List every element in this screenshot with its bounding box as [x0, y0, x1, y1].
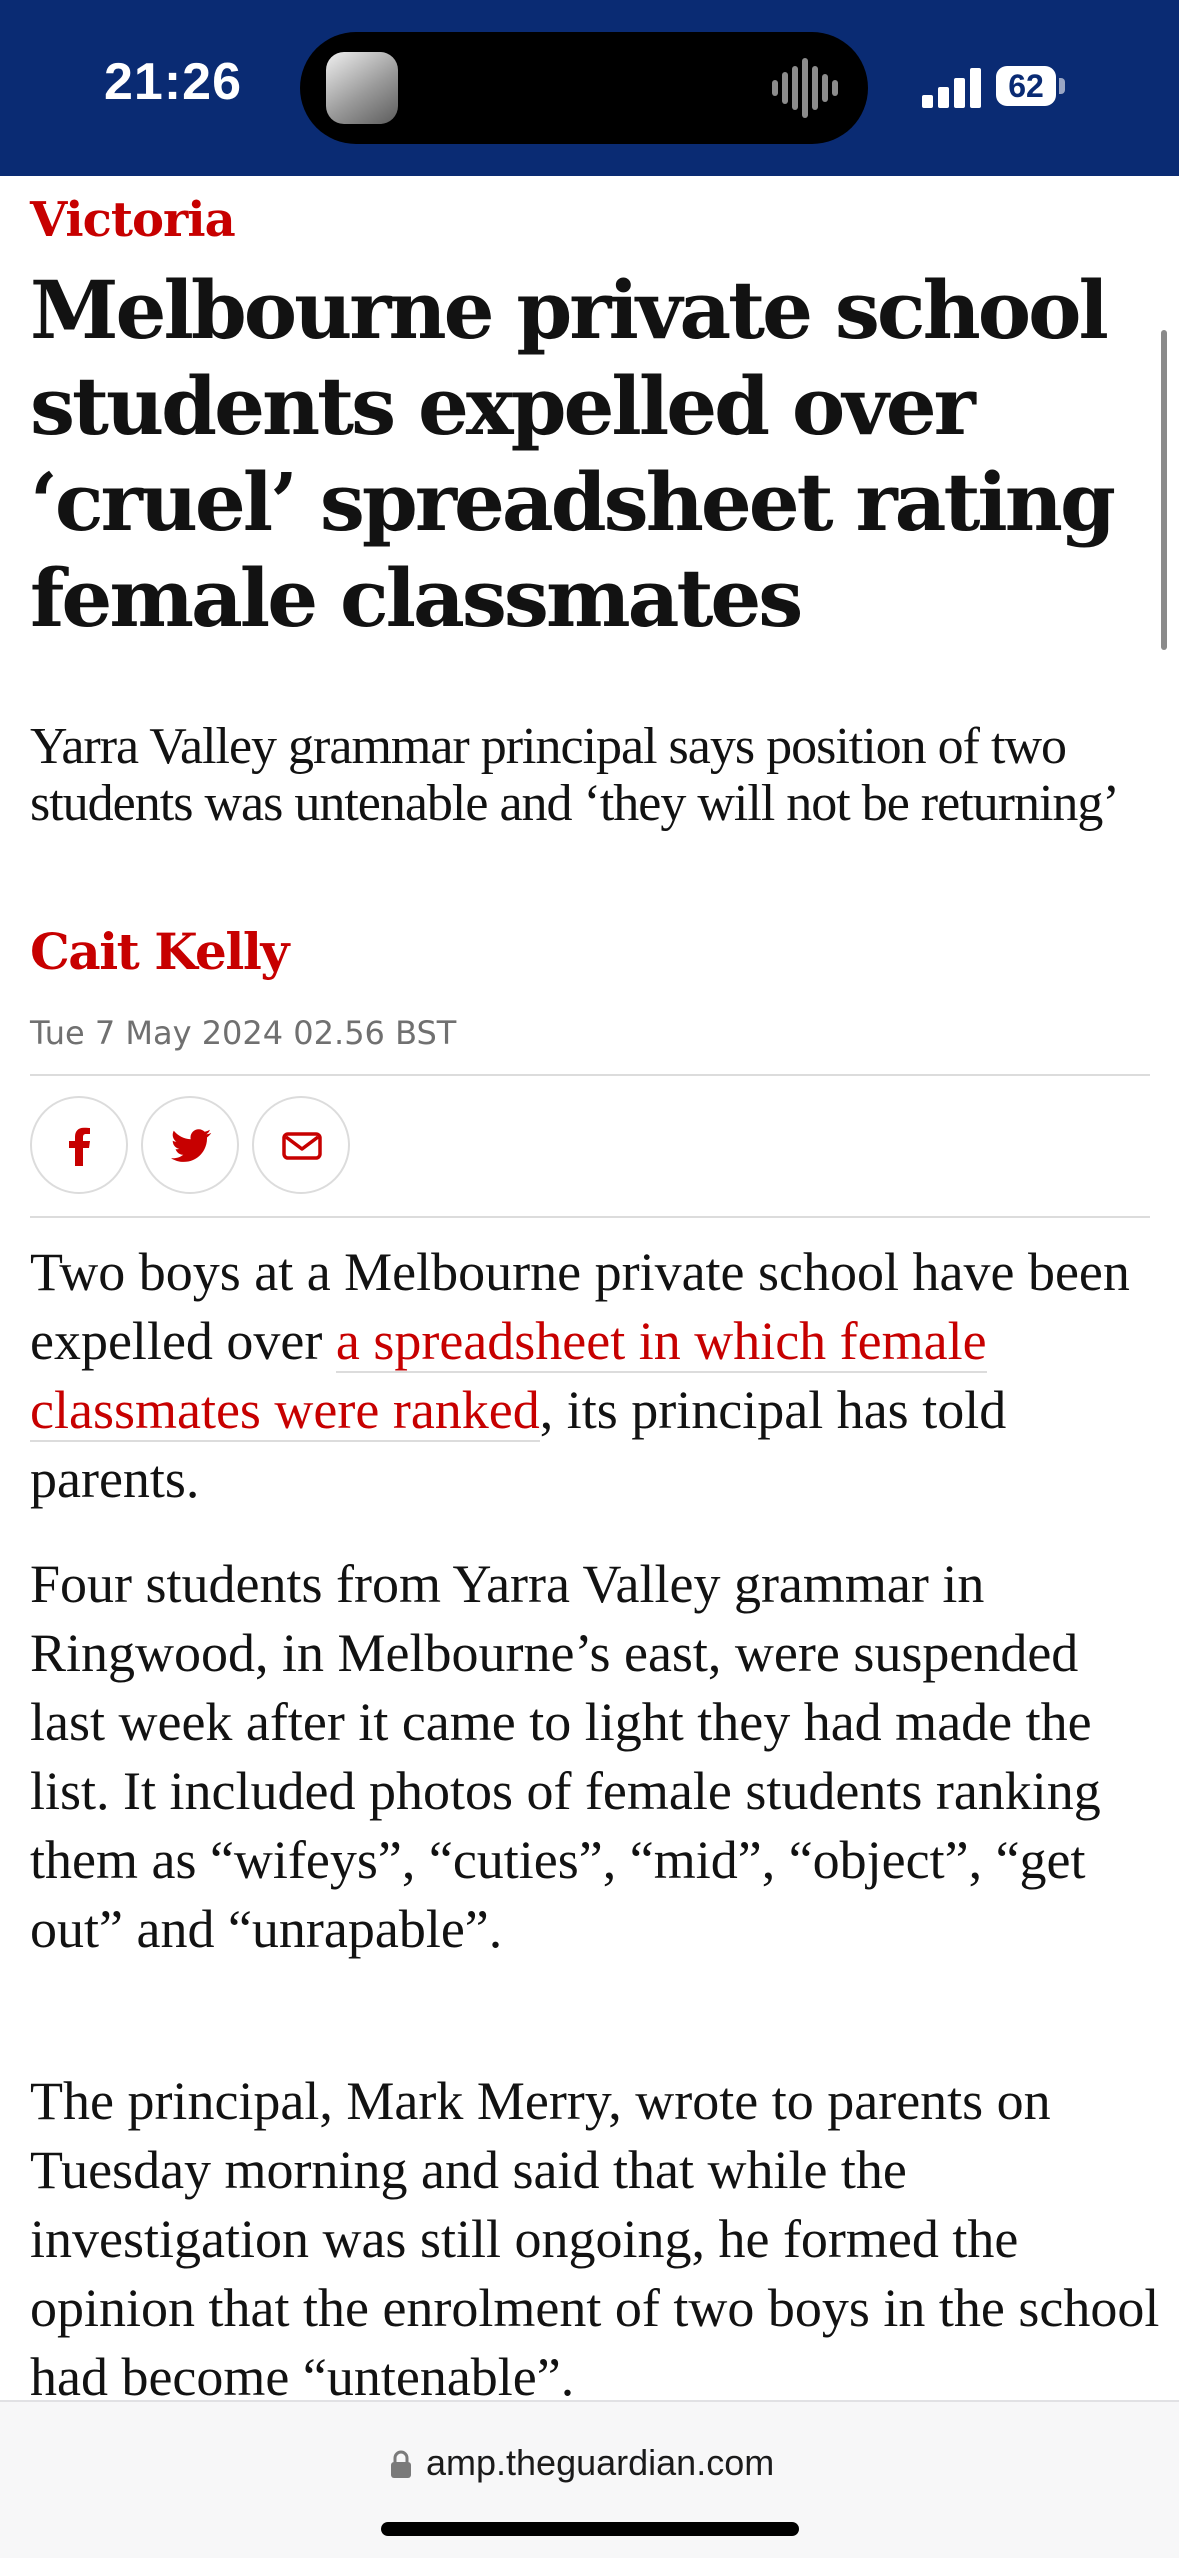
browser-address-bar[interactable]: amp.theguardian.com: [0, 2400, 1179, 2558]
author-byline[interactable]: Cait Kelly: [30, 922, 289, 981]
article-headline: Melbourne private school students expell…: [30, 263, 1116, 645]
battery-icon: 62: [996, 66, 1056, 106]
status-bar: 21:26 62: [0, 0, 1179, 176]
article-paragraph-1: Two boys at a Melbourne private school h…: [30, 1238, 1160, 1514]
email-icon: [282, 1132, 322, 1160]
article-paragraph-3: The principal, Mark Merry, wrote to pare…: [30, 2071, 1160, 2407]
share-twitter-button[interactable]: [141, 1096, 239, 1194]
section-kicker[interactable]: Victoria: [30, 192, 236, 248]
audio-waveform-icon: [772, 58, 838, 118]
facebook-icon: [69, 1127, 90, 1166]
share-facebook-button[interactable]: [30, 1096, 128, 1194]
article-standfirst: Yarra Valley grammar principal says posi…: [30, 718, 1120, 832]
battery-tip: [1059, 78, 1065, 94]
lock-icon: [391, 2450, 411, 2478]
scroll-indicator[interactable]: [1161, 330, 1167, 650]
divider: [30, 1216, 1150, 1218]
status-time: 21:26: [104, 53, 242, 111]
cellular-signal-icon: [922, 66, 982, 108]
share-email-button[interactable]: [252, 1096, 350, 1194]
divider: [30, 1074, 1150, 1076]
article-paragraph-2: Four students from Yarra Valley grammar …: [30, 1554, 1101, 1959]
url-text[interactable]: amp.theguardian.com: [426, 2442, 774, 2484]
dynamic-island[interactable]: [300, 32, 868, 144]
home-indicator[interactable]: [381, 2522, 799, 2536]
twitter-icon: [171, 1129, 212, 1162]
publish-dateline: Tue 7 May 2024 02.56 BST: [30, 1014, 457, 1052]
now-playing-app-icon: [326, 52, 398, 124]
